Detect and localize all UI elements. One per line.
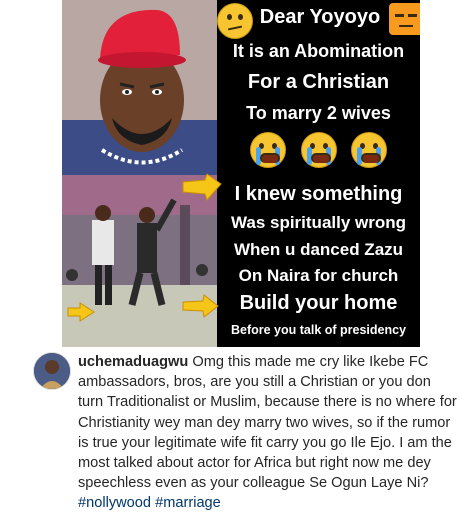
pointing-hand-icon [67, 302, 95, 322]
comment-text: Omg this made me cry like Ikebe FC ambas… [78, 354, 457, 492]
comment: uchemaduagwu Omg this made me cry like I… [0, 348, 462, 518]
pointing-hand-icon [182, 173, 222, 201]
hashtag-link[interactable]: #nollywood [78, 495, 151, 511]
loudly-crying-face-icon [351, 132, 387, 168]
comment-username[interactable]: uchemaduagwu [78, 354, 188, 370]
confused-face-icon [217, 3, 253, 39]
actor-illustration [62, 0, 217, 175]
meme-line-5: I knew something [234, 183, 403, 205]
avatar[interactable] [33, 352, 71, 390]
unamused-face-icon [389, 3, 420, 35]
avatar-illustration [34, 353, 70, 389]
hashtag-link[interactable]: #marriage [155, 495, 221, 511]
meme-line-10: Before you talk of presidency [230, 323, 407, 337]
meme-line-4: To marry 2 wives [246, 103, 391, 123]
pointing-hand-icon [182, 294, 219, 318]
meme-text-panel: Dear Yoyoyo It is an Abomination For a C… [217, 0, 420, 347]
actor-photo [62, 0, 217, 175]
meme-line-3: For a Christian [247, 71, 390, 93]
meme-line-2: It is an Abomination [232, 41, 405, 61]
meme-line-6: Was spiritually wrong [230, 213, 407, 232]
meme-line-9: Build your home [239, 292, 398, 314]
meme-line-1: Dear Yoyoyo [259, 6, 381, 28]
loudly-crying-face-icon [301, 132, 337, 168]
meme-line-7: When u danced Zazu [233, 240, 404, 259]
comment-body: uchemaduagwu Omg this made me cry like I… [78, 352, 458, 514]
loudly-crying-face-icon [250, 132, 286, 168]
post-image[interactable]: Dear Yoyoyo It is an Abomination For a C… [62, 0, 420, 347]
meme-line-8: On Naira for church [238, 266, 399, 285]
